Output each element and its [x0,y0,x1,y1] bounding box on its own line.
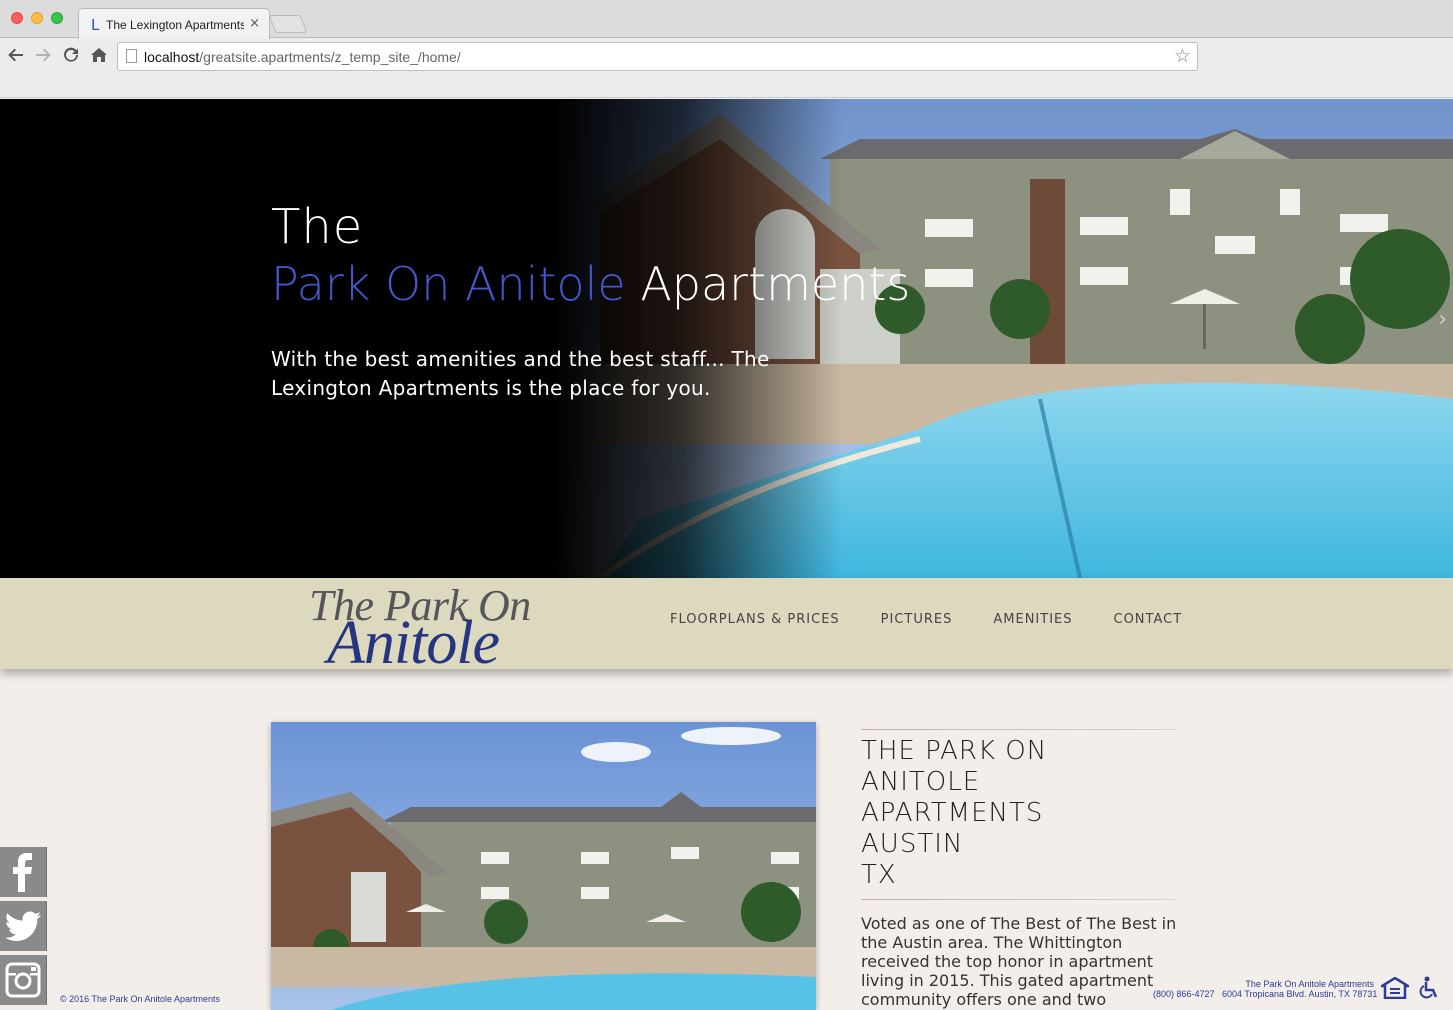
reload-icon[interactable] [62,46,80,69]
heading-bottom-rule [861,899,1177,900]
new-tab-button[interactable] [268,15,308,33]
tab-favicon-icon: L [91,16,100,34]
main-nav: FLOORPLANS & PRICES PICTURES AMENITIES C… [670,612,1182,627]
nav-amenities[interactable]: AMENITIES [993,612,1072,627]
community-photo [271,722,816,1010]
footer-phone[interactable]: (800) 866-4727 [1153,989,1215,999]
twitter-icon [5,911,41,941]
home-icon[interactable] [90,46,108,69]
page-icon [126,49,137,63]
hero-subtitle: With the best amenities and the best sta… [271,347,770,400]
site-navbar: The Park On Anitole FLOORPLANS & PRICES … [0,578,1453,677]
heading-line-1: THE PARK ON [861,736,1048,766]
twitter-button[interactable] [0,901,47,951]
minimize-window-button[interactable] [31,12,43,24]
hero-title-line1: The [271,199,364,255]
instagram-button[interactable] [0,955,47,1005]
address-bar[interactable]: localhost/greatsite.apartments/z_temp_si… [117,42,1198,71]
instagram-icon [5,962,41,998]
url-path: /greatsite.apartments/z_temp_site_/home/ [199,49,461,65]
heading-line-2: ANITOLE [861,767,981,797]
url-host: localhost [144,49,200,65]
nav-pictures[interactable]: PICTURES [881,612,953,627]
heading-line-3: APARTMENTS [861,798,1044,828]
logo-bottom-text: Anitole [327,609,500,677]
bookmark-star-icon[interactable]: ☆ [1174,45,1191,67]
tab-title: The Lexington Apartments [106,18,244,32]
facebook-button[interactable] [0,847,47,897]
forward-arrow-icon[interactable] [34,46,52,69]
heading-line-4: AUSTIN [861,829,964,859]
tab-close-icon[interactable]: × [249,16,260,31]
browser-chrome: L The Lexington Apartments × localhost/g… [0,0,1453,98]
close-window-button[interactable] [11,12,23,24]
url-text[interactable]: localhost/greatsite.apartments/z_temp_si… [144,49,461,65]
hero-text: The Park On Anitole Apartments With the … [271,199,910,403]
zoom-window-button[interactable] [51,12,63,24]
tab-strip: L The Lexington Apartments × [0,0,1453,39]
hero-title-rest: Apartments [640,257,911,311]
facebook-icon [13,853,32,892]
community-description: Voted as one of The Best of The Best in … [861,914,1177,1009]
footer-company-name: The Park On Anitole Apartments [1245,979,1374,989]
hero-banner: The Park On Anitole Apartments With the … [0,99,1453,578]
nav-contact[interactable]: CONTACT [1114,612,1183,627]
hero-title-accent: Park On Anitole [271,257,626,311]
site-logo[interactable]: The Park On Anitole [309,580,609,677]
community-photo-image [271,722,816,1010]
slider-next-arrow-icon[interactable]: › [1438,307,1447,332]
accessibility-icon [1419,976,1438,999]
back-arrow-icon[interactable] [7,46,25,69]
heading-line-5: TX [861,860,897,890]
copyright-text: © 2016 The Park On Anitole Apartments [60,994,221,1004]
nav-floorplans[interactable]: FLOORPLANS & PRICES [670,612,840,627]
footer-address: 6004 Tropicana Blvd. Austin, TX 78731 [1222,989,1378,999]
hero-title-line2: Park On Anitole Apartments [271,255,910,313]
community-heading: THE PARK ON ANITOLE APARTMENTS AUSTIN TX [861,736,1181,891]
browser-tab[interactable]: L The Lexington Apartments × [78,8,270,39]
equal-housing-icon [1381,977,1409,999]
heading-top-rule [861,729,1177,730]
